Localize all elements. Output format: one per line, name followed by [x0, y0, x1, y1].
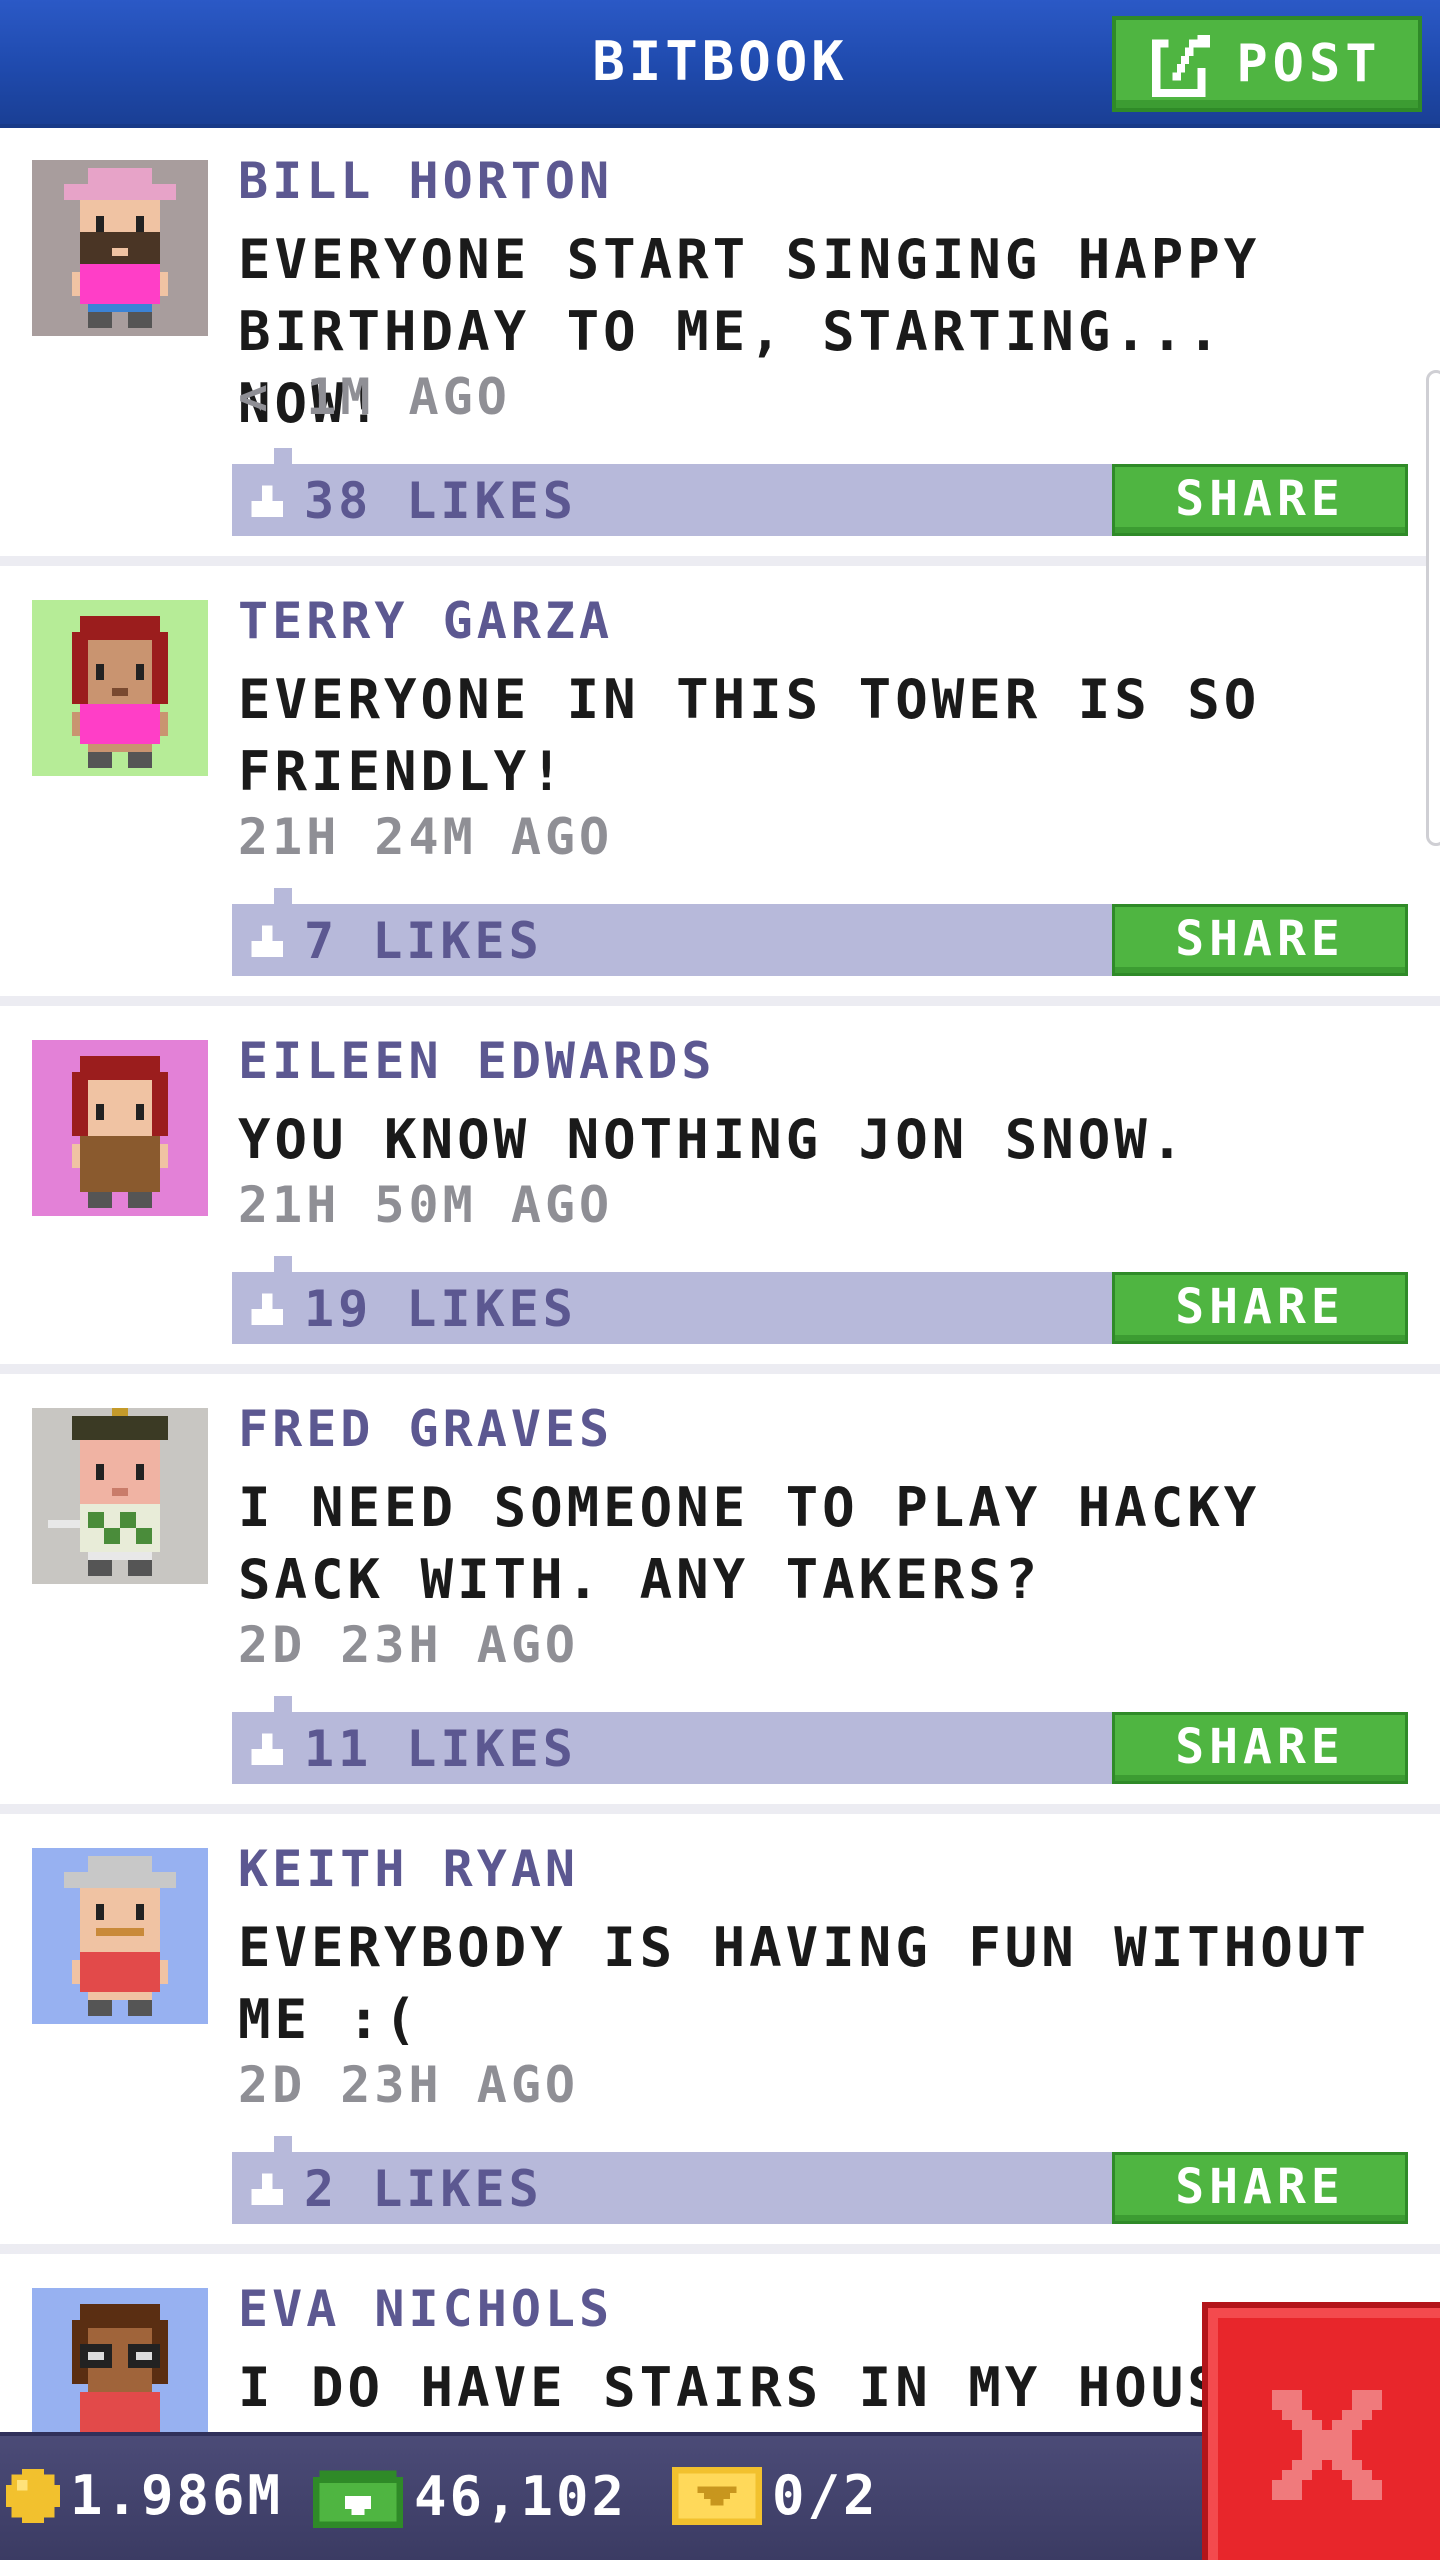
post-divider: [0, 996, 1440, 1006]
like-button[interactable]: 11 LIKES: [246, 1720, 577, 1778]
post-message: EVERYONE IN THIS TOWER IS SO FRIENDLY!: [238, 668, 1261, 803]
post-author[interactable]: FRED GRAVES: [238, 1400, 613, 1458]
feed-post: EILEEN EDWARDS YOU KNOW NOTHING JON SNOW…: [0, 1012, 1440, 1364]
coin-icon: [6, 2468, 60, 2523]
avatar-red-hair-woman-brown-dress-icon: [32, 1040, 208, 1216]
likes-bar-tab: [274, 888, 292, 904]
share-button[interactable]: SHARE: [1112, 904, 1408, 976]
post-button-label: POST: [1236, 34, 1382, 94]
thumbs-up-icon: [251, 1733, 283, 1765]
compose-icon: [1152, 35, 1219, 97]
avatar[interactable]: [32, 2288, 208, 2432]
like-button[interactable]: 2 LIKES: [246, 2160, 543, 2218]
post-author[interactable]: BILL HORTON: [238, 152, 613, 210]
avatar-red-hair-woman-icon: [32, 600, 208, 776]
avatar[interactable]: [32, 160, 208, 336]
like-button[interactable]: 7 LIKES: [246, 912, 543, 970]
likes-count: 19 LIKES: [304, 1280, 577, 1338]
share-button[interactable]: SHARE: [1112, 1712, 1408, 1784]
post-time: 2D 23H AGO: [238, 1616, 580, 1674]
tickets-value: 0/2: [772, 2464, 879, 2527]
post-author[interactable]: EVA NICHOLS: [238, 2280, 613, 2338]
share-button[interactable]: SHARE: [1112, 464, 1408, 536]
post-divider: [0, 1364, 1440, 1374]
feed-post: BILL HORTON EVERYONE START SINGING HAPPY…: [0, 132, 1440, 556]
likes-bar-tab: [274, 448, 292, 464]
coins-value: 1.986M: [70, 2464, 284, 2527]
feed-post: FRED GRAVES I NEED SOMEONE TO PLAY HACKY…: [0, 1380, 1440, 1804]
post-author[interactable]: KEITH RYAN: [238, 1840, 579, 1898]
share-button[interactable]: SHARE: [1112, 2152, 1408, 2224]
avatar-pink-cap-bearded-man-icon: [32, 160, 208, 336]
likes-count: 2 LIKES: [304, 2160, 543, 2218]
avatar[interactable]: [32, 1040, 208, 1216]
post-divider: [0, 556, 1440, 566]
post-author[interactable]: EILEEN EDWARDS: [238, 1032, 715, 1090]
like-button[interactable]: 19 LIKES: [246, 1280, 577, 1338]
share-button[interactable]: SHARE: [1112, 1272, 1408, 1344]
avatar[interactable]: [32, 1848, 208, 2024]
coins-stat: 1.986M: [6, 2464, 283, 2527]
post-message: I NEED SOMEONE TO PLAY HACKY SACK WITH. …: [238, 1476, 1261, 1611]
likes-bar-tab: [274, 1696, 292, 1712]
likes-bar: 7 LIKES SHARE: [232, 888, 1408, 976]
likes-count: 7 LIKES: [304, 912, 543, 970]
likes-bar: 11 LIKES SHARE: [232, 1696, 1408, 1784]
likes-bar-tab: [274, 1256, 292, 1272]
likes-bar: 2 LIKES SHARE: [232, 2136, 1408, 2224]
post-message: YOU KNOW NOTHING JON SNOW.: [238, 1108, 1188, 1171]
post-button[interactable]: POST: [1112, 16, 1422, 112]
close-icon: [1272, 2390, 1382, 2500]
feed-post: TERRY GARZA EVERYONE IN THIS TOWER IS SO…: [0, 572, 1440, 996]
likes-bar: 38 LIKES SHARE: [232, 448, 1408, 536]
avatar-glasses-woman-icon: [32, 2288, 208, 2432]
avatar[interactable]: [32, 1408, 208, 1584]
post-divider: [0, 1804, 1440, 1814]
scrollbar[interactable]: [1426, 370, 1440, 846]
ticket-icon: [672, 2466, 762, 2525]
bux-stat: 46,102: [312, 2464, 627, 2528]
like-button[interactable]: 38 LIKES: [246, 472, 577, 530]
avatar[interactable]: [32, 600, 208, 776]
thumbs-up-icon: [251, 2173, 283, 2205]
post-divider: [0, 2244, 1440, 2254]
avatar-golfer-man-icon: [32, 1408, 208, 1584]
thumbs-up-icon: [251, 1293, 283, 1325]
post-time: 21H 50M AGO: [238, 1176, 614, 1234]
post-author[interactable]: TERRY GARZA: [238, 592, 613, 650]
bux-icon: [313, 2470, 403, 2528]
post-time: < 1M AGO: [238, 368, 511, 426]
tickets-stat: 0/2: [672, 2464, 879, 2527]
close-button[interactable]: [1202, 2302, 1440, 2560]
post-time: 2D 23H AGO: [238, 2056, 580, 2114]
feed-post: KEITH RYAN EVERYBODY IS HAVING FUN WITHO…: [0, 1820, 1440, 2244]
top-bar: BITBOOK POST: [0, 0, 1440, 128]
post-time: 21H 24M AGO: [238, 808, 614, 866]
thumbs-up-icon: [251, 485, 283, 517]
likes-bar-tab: [274, 2136, 292, 2152]
bux-value: 46,102: [414, 2464, 628, 2528]
likes-count: 38 LIKES: [304, 472, 577, 530]
post-message: EVERYBODY IS HAVING FUN WITHOUT ME :(: [238, 1916, 1370, 2051]
thumbs-up-icon: [251, 925, 283, 957]
avatar-grey-cap-mustache-man-icon: [32, 1848, 208, 2024]
likes-count: 11 LIKES: [304, 1720, 577, 1778]
likes-bar: 19 LIKES SHARE: [232, 1256, 1408, 1344]
